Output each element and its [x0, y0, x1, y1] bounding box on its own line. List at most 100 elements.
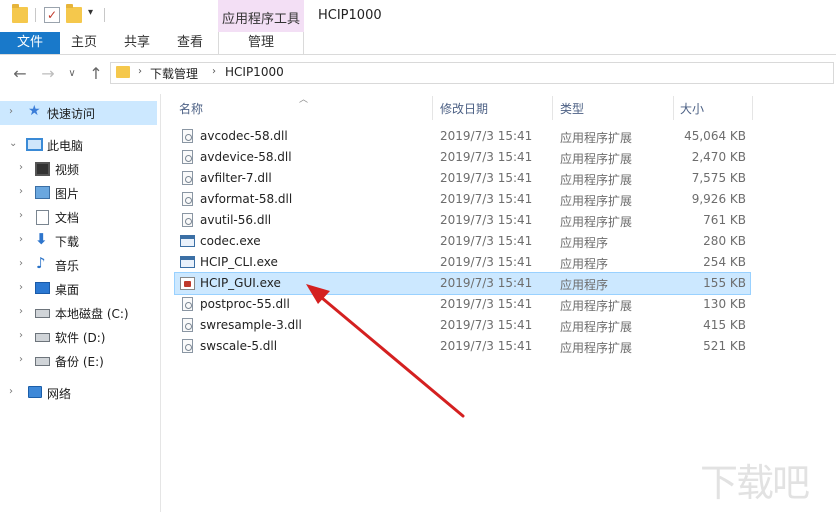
file-size: 155 KB [703, 276, 746, 290]
collapse-chevron-icon[interactable]: ⌄ [9, 138, 17, 149]
column-header-name[interactable]: 名称 [179, 100, 203, 117]
drive-icon [35, 357, 50, 366]
nav-item-videos[interactable]: › 视频 [0, 157, 157, 181]
expand-chevron-icon[interactable]: › [9, 386, 13, 397]
breadcrumb-separator-icon[interactable]: › [138, 66, 142, 77]
column-divider[interactable] [673, 96, 674, 120]
file-name: avfilter-7.dll [200, 171, 272, 185]
file-row[interactable]: avutil-56.dll 2019/7/3 15:41 应用程序扩展 761 … [175, 210, 750, 231]
file-size: 9,926 KB [691, 192, 746, 206]
dll-file-icon [182, 318, 193, 332]
nav-item-documents[interactable]: › 文档 [0, 205, 157, 229]
file-row[interactable]: swresample-3.dll 2019/7/3 15:41 应用程序扩展 4… [175, 315, 750, 336]
nav-item-label: 桌面 [55, 283, 80, 297]
nav-item-quick-access[interactable]: › ★ 快速访问 [0, 101, 157, 125]
network-icon [28, 386, 42, 398]
expand-chevron-icon[interactable]: › [19, 258, 23, 269]
address-bar[interactable] [110, 62, 834, 84]
file-row[interactable]: codec.exe 2019/7/3 15:41 应用程序 280 KB [175, 231, 750, 252]
forward-arrow-icon[interactable]: → [38, 64, 58, 83]
nav-item-drive-e[interactable]: › 备份 (E:) [0, 349, 157, 373]
column-header-type[interactable]: 类型 [560, 100, 584, 117]
up-arrow-icon[interactable]: ↑ [86, 64, 106, 83]
tab-file[interactable]: 文件 [0, 32, 60, 54]
nav-item-label: 此电脑 [47, 139, 84, 153]
tab-home[interactable]: 主页 [60, 32, 108, 54]
folder-icon[interactable] [12, 4, 28, 23]
back-arrow-icon[interactable]: ← [10, 64, 30, 83]
documents-icon [36, 210, 49, 225]
customize-toolbar-icon[interactable]: ▾ [88, 7, 93, 18]
dll-file-icon [182, 339, 193, 353]
computer-icon [26, 138, 43, 151]
file-name: avformat-58.dll [200, 192, 293, 206]
context-tab-label: 应用程序工具 [221, 12, 300, 27]
expand-chevron-icon[interactable]: › [19, 282, 23, 293]
file-row[interactable]: avformat-58.dll 2019/7/3 15:41 应用程序扩展 9,… [175, 189, 750, 210]
file-date: 2019/7/3 15:41 [440, 213, 533, 227]
properties-icon[interactable]: ✓ [44, 7, 60, 23]
expand-chevron-icon[interactable]: › [19, 354, 23, 365]
nav-item-label: 文档 [55, 211, 80, 225]
file-row[interactable]: avcodec-58.dll 2019/7/3 15:41 应用程序扩展 45,… [175, 126, 750, 147]
exe-file-icon [180, 235, 195, 247]
drive-icon [35, 333, 50, 342]
nav-item-this-pc[interactable]: ⌄ 此电脑 [0, 133, 157, 157]
breadcrumb-item[interactable]: 下载管理 [150, 65, 198, 82]
tab-share[interactable]: 共享 [113, 32, 161, 54]
column-divider[interactable] [432, 96, 433, 120]
breadcrumb-item[interactable]: HCIP1000 [225, 65, 284, 79]
file-row-selected[interactable]: HCIP_GUI.exe 2019/7/3 15:41 应用程序 155 KB [174, 272, 751, 295]
expand-chevron-icon[interactable]: › [19, 186, 23, 197]
toolbar-divider [104, 8, 105, 22]
file-row[interactable]: swscale-5.dll 2019/7/3 15:41 应用程序扩展 521 … [175, 336, 750, 357]
tab-view[interactable]: 查看 [166, 32, 214, 54]
title-bar [0, 0, 836, 32]
nav-item-desktop[interactable]: › 桌面 [0, 277, 157, 301]
window-title: HCIP1000 [318, 8, 382, 23]
file-type: 应用程序扩展 [560, 173, 633, 187]
file-type: 应用程序扩展 [560, 299, 633, 313]
expand-chevron-icon[interactable]: › [19, 210, 23, 221]
nav-item-music[interactable]: › ♪ 音乐 [0, 253, 157, 277]
nav-item-pictures[interactable]: › 图片 [0, 181, 157, 205]
nav-item-drive-c[interactable]: › 本地磁盘 (C:) [0, 301, 157, 325]
file-size: 2,470 KB [691, 150, 746, 164]
file-type: 应用程序扩展 [560, 194, 633, 208]
file-type: 应用程序 [560, 236, 609, 250]
video-icon [35, 162, 50, 176]
expand-chevron-icon[interactable]: › [19, 162, 23, 173]
recent-locations-chevron-icon[interactable]: ∨ [62, 68, 82, 79]
column-divider[interactable] [552, 96, 553, 120]
nav-item-network[interactable]: › 网络 [0, 381, 157, 405]
dll-file-icon [182, 150, 193, 164]
file-row[interactable]: avfilter-7.dll 2019/7/3 15:41 应用程序扩展 7,5… [175, 168, 750, 189]
expand-chevron-icon[interactable]: › [19, 330, 23, 341]
file-date: 2019/7/3 15:41 [440, 129, 533, 143]
nav-item-downloads[interactable]: › ⬇ 下载 [0, 229, 157, 253]
nav-item-label: 视频 [55, 163, 80, 177]
expand-chevron-icon[interactable]: › [19, 306, 23, 317]
column-header-size[interactable]: 大小 [680, 100, 704, 117]
file-type: 应用程序扩展 [560, 320, 633, 334]
nav-item-label: 软件 (D:) [55, 331, 106, 345]
toolbar-divider [35, 8, 36, 22]
file-row[interactable]: avdevice-58.dll 2019/7/3 15:41 应用程序扩展 2,… [175, 147, 750, 168]
breadcrumb-separator-icon[interactable]: › [212, 66, 216, 77]
music-icon: ♪ [36, 254, 46, 272]
nav-item-label: 备份 (E:) [55, 355, 104, 369]
expand-chevron-icon[interactable]: › [9, 106, 13, 117]
file-name: avutil-56.dll [200, 213, 272, 227]
dll-file-icon [182, 171, 193, 185]
new-folder-icon[interactable] [66, 4, 82, 23]
nav-item-drive-d[interactable]: › 软件 (D:) [0, 325, 157, 349]
dll-file-icon [182, 192, 193, 206]
file-row[interactable]: postproc-55.dll 2019/7/3 15:41 应用程序扩展 13… [175, 294, 750, 315]
expand-chevron-icon[interactable]: › [19, 234, 23, 245]
file-row[interactable]: HCIP_CLI.exe 2019/7/3 15:41 应用程序 254 KB [175, 252, 750, 273]
file-type: 应用程序扩展 [560, 341, 633, 355]
column-header-date[interactable]: 修改日期 [440, 100, 488, 117]
tab-manage[interactable]: 管理 [218, 32, 304, 54]
column-divider[interactable] [752, 96, 753, 120]
file-date: 2019/7/3 15:41 [440, 255, 533, 269]
